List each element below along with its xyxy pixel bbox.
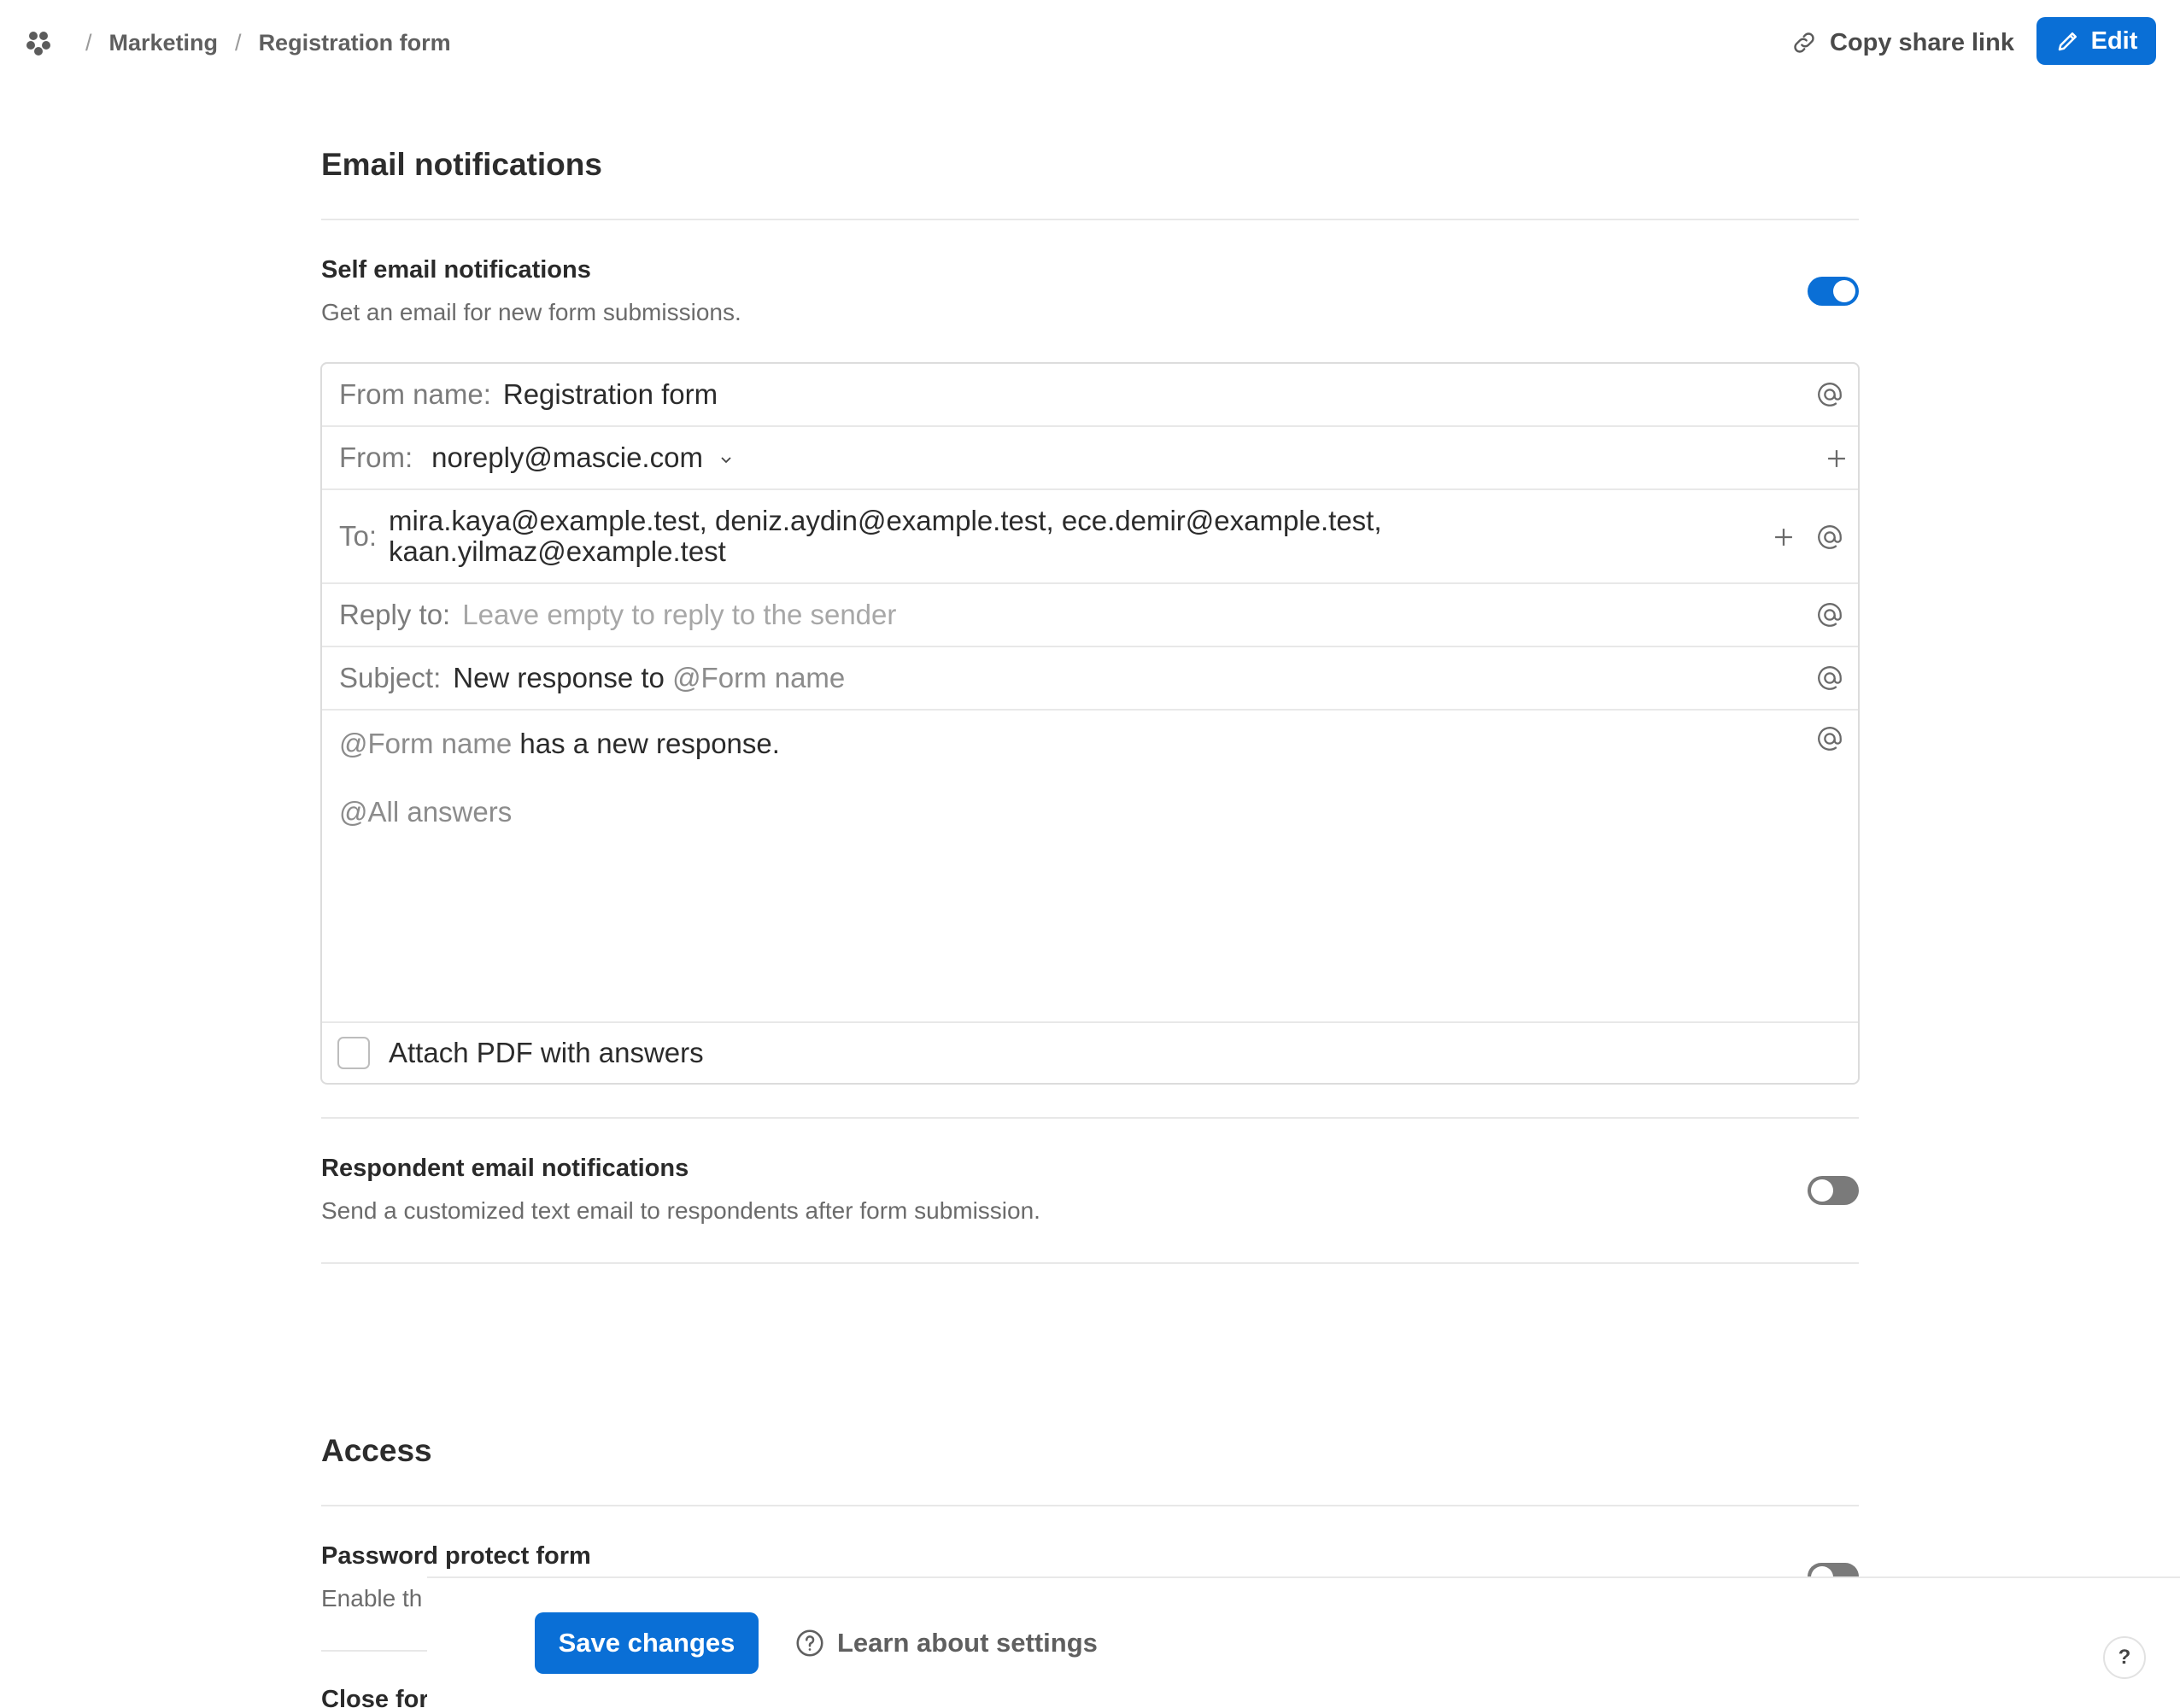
self-email-notifications-description: Get an email for new form submissions. — [321, 299, 741, 325]
respondent-email-notifications-description: Send a customized text email to responde… — [321, 1197, 1040, 1224]
copy-share-link-button[interactable]: Copy share link — [1790, 22, 2014, 63]
subject-row[interactable]: Subject: New response to @Form name — [322, 647, 1858, 711]
learn-about-settings-link[interactable]: Learn about settings — [794, 1612, 1098, 1674]
toggle-knob — [1833, 280, 1855, 302]
question-circle-icon — [796, 1629, 823, 1657]
chevron-down-icon — [721, 457, 731, 464]
from-row[interactable]: From: noreply@mascie.com — [322, 427, 1858, 490]
body-form-name-mention: @Form name — [339, 728, 513, 759]
workspace-logo-icon[interactable] — [24, 28, 53, 57]
at-icon[interactable] — [1815, 380, 1844, 409]
help-label: ? — [2118, 1646, 2131, 1669]
from-select-value: noreply@mascie.com — [431, 442, 703, 473]
top-bar: / Marketing / Registration form Copy sha… — [0, 0, 2180, 85]
divider — [321, 1505, 1859, 1506]
link-icon — [1794, 32, 1814, 53]
plus-icon[interactable] — [1822, 444, 1851, 473]
help-button[interactable]: ? — [2103, 1636, 2146, 1679]
save-changes-button[interactable]: Save changes — [535, 1612, 759, 1674]
to-recipients-line: mira.kaya@example.test, deniz.aydin@exam… — [389, 505, 1382, 536]
breadcrumb-separator: / — [85, 29, 92, 56]
breadcrumb-separator: / — [235, 29, 242, 56]
subject-field[interactable]: New response to @Form name — [453, 662, 845, 694]
password-protect-toggle[interactable] — [1808, 1563, 1859, 1576]
pencil-icon — [2058, 32, 2077, 51]
respondent-email-notifications-title: Respondent email notifications — [321, 1155, 689, 1182]
email-notifications-heading: Email notifications — [321, 147, 602, 182]
access-heading: Access — [321, 1433, 432, 1468]
from-name-row[interactable]: From name: Registration form — [322, 364, 1858, 427]
message-body-editor[interactable]: @Form name has a new response. @All answ… — [322, 711, 1858, 1020]
from-name-field[interactable]: Registration form — [503, 378, 718, 411]
subject-label: Subject: — [339, 662, 442, 693]
to-recipients-line: kaan.yilmaz@example.test — [389, 535, 726, 567]
body-text: has a new response. — [519, 728, 780, 759]
self-email-notifications-title: Self email notifications — [321, 256, 591, 284]
from-label: From: — [339, 442, 413, 473]
divider — [321, 1117, 1859, 1119]
reply-to-row[interactable]: Reply to: Leave empty to reply to the se… — [322, 584, 1858, 647]
edit-button[interactable]: Edit — [2036, 17, 2156, 65]
password-protect-title: Password protect form — [321, 1542, 591, 1570]
learn-about-settings-label: Learn about settings — [837, 1628, 1098, 1658]
subject-text: New response to — [453, 662, 665, 693]
divider — [321, 1262, 1859, 1264]
bottom-bar-divider — [427, 1576, 2180, 1578]
breadcrumb: / Marketing / Registration form — [24, 26, 451, 60]
message-body-line: @Form name has a new response. — [339, 728, 780, 760]
at-icon[interactable] — [1815, 523, 1844, 552]
at-icon[interactable] — [1815, 664, 1844, 693]
to-recipients-field[interactable]: mira.kaya@example.test, deniz.aydin@exam… — [389, 506, 1382, 567]
from-name-label: From name: — [339, 378, 491, 410]
save-changes-label: Save changes — [558, 1628, 735, 1658]
edit-label: Edit — [2090, 26, 2138, 55]
copy-share-link-label: Copy share link — [1830, 28, 2014, 56]
to-row[interactable]: To: mira.kaya@example.test, deniz.aydin@… — [322, 490, 1858, 584]
attach-pdf-row[interactable]: Attach PDF with answers — [322, 1021, 1858, 1083]
toggle-knob — [1811, 1566, 1833, 1576]
to-label: To: — [339, 520, 378, 552]
breadcrumb-item-marketing[interactable]: Marketing — [109, 30, 219, 56]
plus-icon[interactable] — [1769, 523, 1798, 552]
divider — [321, 219, 1859, 220]
self-email-notifications-toggle[interactable] — [1808, 277, 1859, 306]
breadcrumb-item-registration-form[interactable]: Registration form — [259, 30, 451, 56]
toggle-knob — [1811, 1179, 1833, 1202]
reply-to-label: Reply to: — [339, 599, 451, 630]
body-all-answers-mention: @All answers — [339, 796, 513, 828]
respondent-email-notifications-toggle[interactable] — [1808, 1176, 1859, 1205]
attach-pdf-checkbox[interactable] — [337, 1037, 370, 1069]
attach-pdf-label: Attach PDF with answers — [389, 1037, 704, 1068]
at-icon[interactable] — [1815, 724, 1844, 753]
subject-mention: @Form name — [672, 662, 846, 693]
self-email-settings-box: From name: Registration form From: norep… — [320, 362, 1860, 1085]
at-icon[interactable] — [1815, 600, 1844, 629]
reply-to-field[interactable]: Leave empty to reply to the sender — [462, 599, 896, 631]
from-select[interactable]: noreply@mascie.com — [431, 442, 735, 474]
